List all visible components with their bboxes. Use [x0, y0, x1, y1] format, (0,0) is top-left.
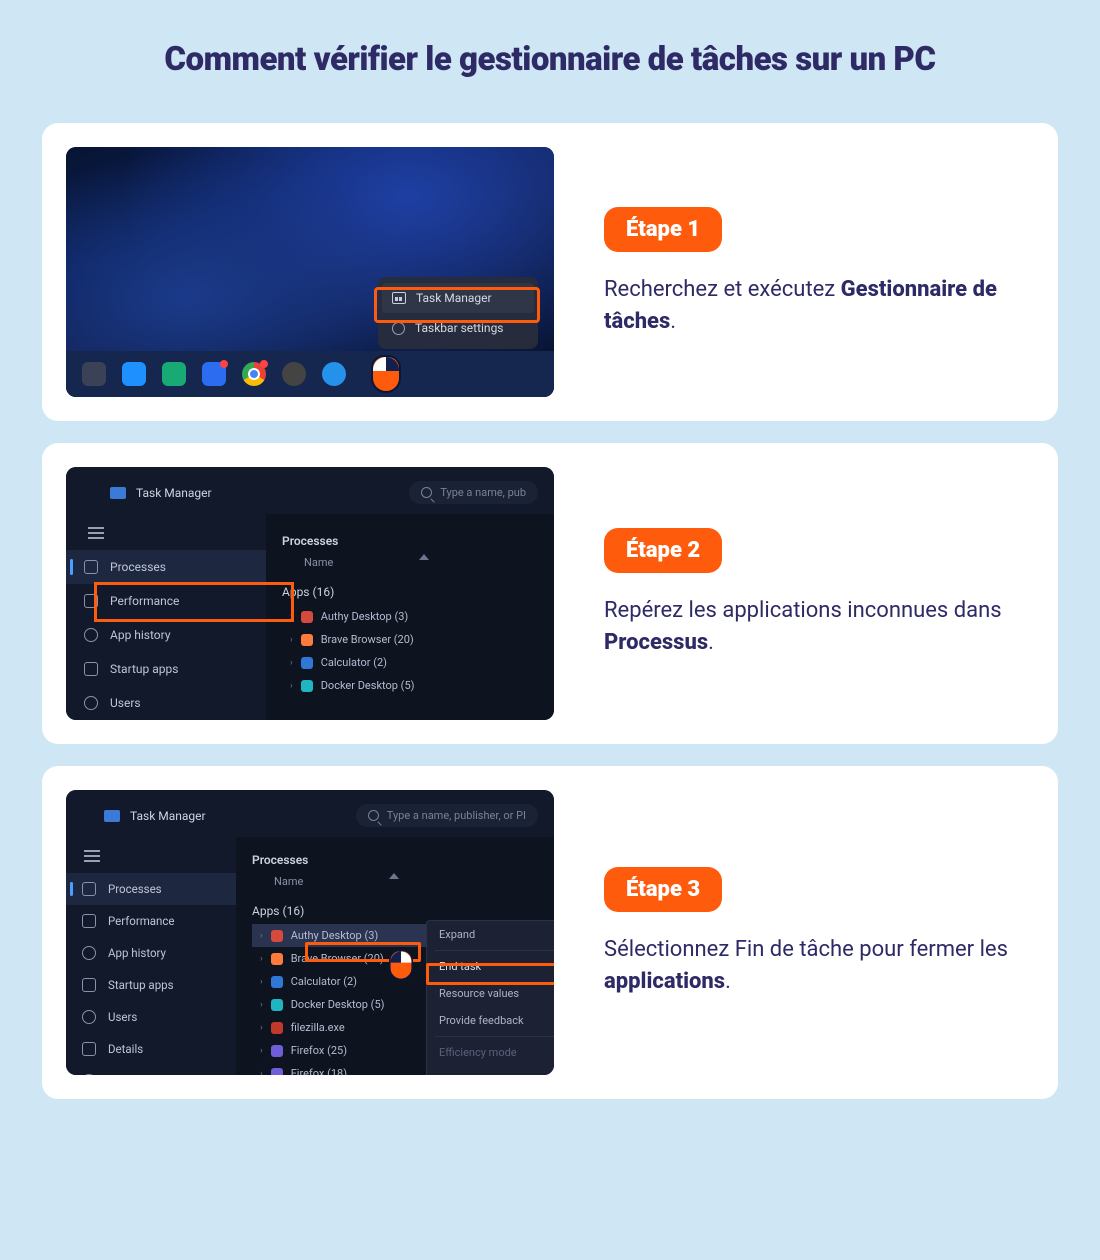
step-2-screenshot: Task Manager Type a name, pub Processes … — [66, 467, 554, 720]
nav-startup-apps[interactable]: Startup apps — [66, 969, 236, 1001]
search-placeholder: Type a name, publisher, or PI — [387, 809, 526, 822]
step-3-description: Sélectionnez Fin de tâche pour fermer le… — [604, 934, 1030, 998]
nav-app-history[interactable]: App history — [66, 937, 236, 969]
nav-processes[interactable]: Processes — [66, 873, 236, 905]
highlight-task-manager — [374, 287, 540, 323]
sort-caret-icon — [389, 873, 399, 879]
column-name[interactable]: Name — [304, 556, 554, 577]
step-3-badge: Étape 3 — [604, 867, 722, 912]
mouse-cursor-icon — [389, 950, 413, 980]
step-2-card: Task Manager Type a name, pub Processes … — [42, 443, 1058, 744]
windows-taskbar — [66, 351, 554, 397]
nav-app-history[interactable]: App history — [66, 618, 266, 652]
section-header-processes: Processes — [252, 841, 554, 875]
taskbar-app-icon[interactable] — [282, 362, 306, 386]
app-row[interactable]: ›Brave Browser (20) — [282, 628, 554, 651]
highlight-end-task — [426, 963, 554, 985]
window-title: Task Manager — [136, 486, 212, 500]
step-1-description: Recherchez et exécutez Gestionnaire de t… — [604, 274, 1030, 338]
ctx-expand[interactable]: Expand — [427, 921, 554, 948]
apps-group-header[interactable]: Apps (16) — [282, 577, 554, 605]
taskbar-docker-icon[interactable] — [322, 362, 346, 386]
step-3-screenshot: Task Manager Type a name, publisher, or … — [66, 790, 554, 1075]
taskbar-app-icon[interactable] — [82, 362, 106, 386]
taskbar-chrome-icon[interactable] — [242, 362, 266, 386]
nav-startup-apps[interactable]: Startup apps — [66, 652, 266, 686]
context-menu: Expand End task Resource values Provide … — [426, 920, 554, 1075]
step-1-card: Task Manager Taskbar settings Étape 1 — [42, 123, 1058, 421]
step-2-badge: Étape 2 — [604, 528, 722, 573]
search-box[interactable]: Type a name, pub — [409, 481, 538, 504]
taskbar-app-icon[interactable] — [162, 362, 186, 386]
step-2-description: Repérez les applications inconnues dans … — [604, 595, 1030, 659]
app-row[interactable]: ›Authy Desktop (3) — [282, 605, 554, 628]
app-row[interactable]: ›Docker Desktop (5) — [282, 674, 554, 697]
taskbar-zoom-icon[interactable] — [202, 362, 226, 386]
ctx-debug[interactable]: Debug — [427, 1066, 554, 1075]
highlight-processes-nav — [94, 582, 294, 622]
nav-services[interactable]: Services — [66, 1065, 236, 1075]
nav-users[interactable]: Users — [66, 1001, 236, 1033]
hamburger-icon[interactable] — [84, 855, 100, 857]
search-placeholder: Type a name, pub — [440, 486, 526, 499]
column-name[interactable]: Name — [274, 875, 554, 896]
app-row[interactable]: ›Calculator (2) — [282, 651, 554, 674]
ctx-efficiency-mode[interactable]: Efficiency mode — [427, 1039, 554, 1066]
nav-performance[interactable]: Performance — [66, 905, 236, 937]
sort-caret-icon — [419, 554, 429, 560]
ctx-provide-feedback[interactable]: Provide feedback — [427, 1007, 554, 1034]
page-title: Comment vérifier le gestionnaire de tâch… — [42, 40, 1058, 79]
menu-item-taskbar-settings[interactable]: Taskbar settings — [415, 321, 504, 335]
section-header-processes: Processes — [282, 522, 554, 556]
task-manager-logo-icon — [104, 810, 120, 822]
search-icon — [421, 487, 432, 498]
nav-users[interactable]: Users — [66, 686, 266, 720]
nav-processes[interactable]: Processes — [66, 550, 266, 584]
taskbar-app-icon[interactable] — [122, 362, 146, 386]
task-manager-sidebar: Processes Performance App history Startu… — [66, 837, 236, 1075]
search-box[interactable]: Type a name, publisher, or PI — [356, 804, 538, 827]
hamburger-icon[interactable] — [88, 532, 104, 534]
nav-details[interactable]: Details — [66, 1033, 236, 1065]
step-1-badge: Étape 1 — [604, 207, 722, 252]
mouse-cursor-icon — [371, 355, 401, 393]
search-icon — [368, 810, 379, 821]
task-manager-logo-icon — [110, 487, 126, 499]
step-3-card: Task Manager Type a name, publisher, or … — [42, 766, 1058, 1099]
step-1-screenshot: Task Manager Taskbar settings — [66, 147, 554, 397]
window-title: Task Manager — [130, 809, 206, 823]
gear-icon — [392, 322, 405, 335]
